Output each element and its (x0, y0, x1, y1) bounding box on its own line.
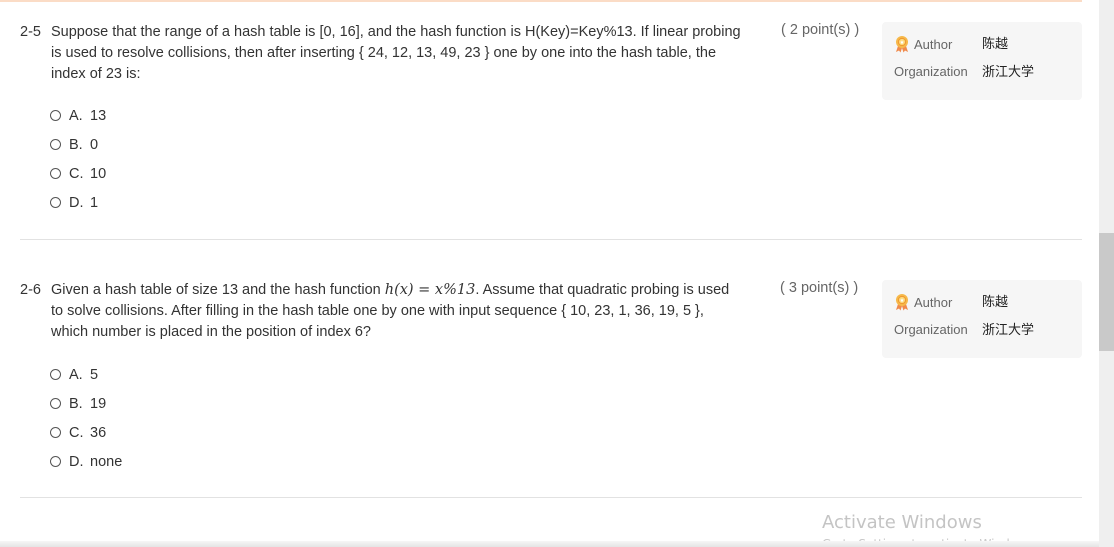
radio-button[interactable] (50, 398, 61, 409)
author-label: Author (914, 37, 953, 52)
option-letter: C. (69, 425, 84, 441)
option-letter: A. (69, 108, 83, 124)
radio-button[interactable] (50, 369, 61, 380)
question-score: ( 3 point(s) ) (780, 280, 859, 296)
author-row: Author 陈越 (894, 35, 1008, 54)
text-segment: . Assume that quadratic probing is used (475, 282, 730, 298)
option-letter: B. (69, 396, 83, 412)
text-segment: Given a hash table of size 13 and the ha… (51, 282, 385, 298)
option-c[interactable]: C. 36 (50, 423, 106, 443)
option-d[interactable]: D. none (50, 452, 122, 472)
option-value: 19 (90, 396, 107, 412)
question-number: 2-5 (20, 24, 41, 40)
scrollbar-thumb[interactable] (1099, 233, 1114, 351)
organization-row: Organization 浙江大学 (894, 321, 1034, 339)
option-b[interactable]: B. 19 (50, 394, 106, 414)
option-a[interactable]: A. 5 (50, 365, 98, 385)
radio-button[interactable] (50, 110, 61, 121)
question-text-line: Given a hash table of size 13 and the ha… (51, 280, 771, 301)
radio-button[interactable] (50, 139, 61, 150)
author-row: Author 陈越 (894, 293, 1008, 312)
question-divider (20, 497, 1082, 498)
question-info-card: Author 陈越 Organization 浙江大学 (882, 22, 1082, 100)
medal-icon (896, 36, 908, 53)
question-text: Given a hash table of size 13 and the ha… (51, 280, 771, 343)
option-letter: D. (69, 195, 84, 211)
top-accent-strip (0, 0, 1082, 2)
option-value: 10 (90, 166, 107, 182)
option-letter: C. (69, 166, 84, 182)
option-value: 0 (90, 137, 99, 153)
author-label: Author (914, 295, 953, 310)
organization-row: Organization 浙江大学 (894, 63, 1034, 81)
question-number: 2-6 (20, 282, 41, 298)
activate-windows-title: Activate Windows (822, 512, 982, 533)
option-value: none (90, 454, 123, 470)
organization-label: Organization (894, 322, 968, 337)
radio-button[interactable] (50, 197, 61, 208)
math-formula: h(x) = x%13 (384, 282, 476, 298)
option-letter: A. (69, 367, 83, 383)
question-text-line: to solve collisions. After filling in th… (51, 303, 704, 319)
question-info-card: Author 陈越 Organization 浙江大学 (882, 280, 1082, 358)
option-d[interactable]: D. 1 (50, 193, 98, 213)
organization-value: 浙江大学 (982, 64, 1035, 79)
radio-button[interactable] (50, 168, 61, 179)
question-text-line: Suppose that the range of a hash table i… (51, 24, 741, 40)
question-score: ( 2 point(s) ) (781, 22, 860, 38)
option-a[interactable]: A. 13 (50, 106, 106, 126)
radio-button[interactable] (50, 456, 61, 467)
option-value: 13 (90, 108, 107, 124)
question-divider (20, 239, 1082, 240)
question-text-line: index of 23 is: (51, 66, 141, 82)
question-text-line: which number is placed in the position o… (51, 324, 371, 340)
question-text-line: is used to resolve collisions, then afte… (51, 45, 717, 61)
bottom-edge-shadow (0, 541, 1099, 547)
option-letter: B. (69, 137, 83, 153)
option-c[interactable]: C. 10 (50, 164, 106, 184)
author-value: 陈越 (982, 36, 1009, 51)
option-value: 1 (90, 195, 99, 211)
organization-label: Organization (894, 64, 968, 79)
organization-value: 浙江大学 (982, 322, 1035, 337)
option-value: 36 (90, 425, 107, 441)
medal-icon (896, 294, 908, 311)
radio-button[interactable] (50, 427, 61, 438)
question-text: Suppose that the range of a hash table i… (51, 22, 771, 85)
option-value: 5 (90, 367, 99, 383)
author-value: 陈越 (982, 294, 1009, 309)
option-letter: D. (69, 454, 84, 470)
option-b[interactable]: B. 0 (50, 135, 98, 155)
